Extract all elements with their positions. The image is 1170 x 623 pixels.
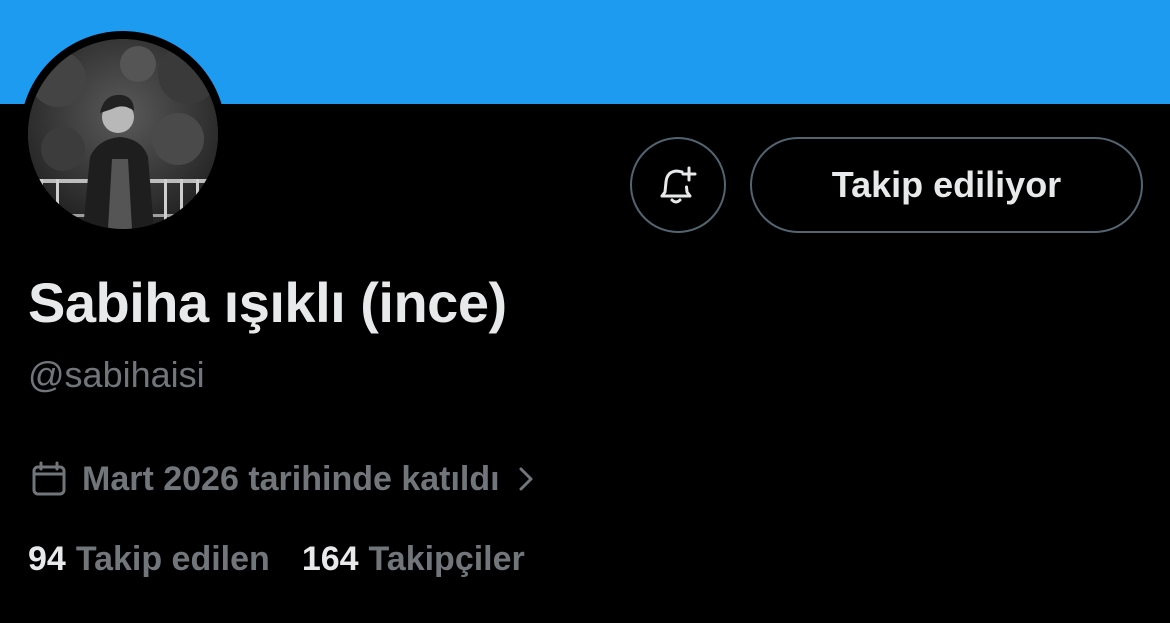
joined-date-text: Mart 2026 tarihinde katıldı bbox=[82, 459, 500, 498]
bell-plus-icon bbox=[656, 163, 700, 207]
profile-handle: @sabihaisi bbox=[28, 354, 205, 395]
profile-stats: 94 Takip edilen 164 Takipçiler bbox=[28, 540, 525, 579]
calendar-icon bbox=[30, 460, 68, 498]
following-label: Takip edilen bbox=[75, 540, 270, 578]
followers-label: Takipçiler bbox=[368, 540, 525, 578]
following-button[interactable]: Takip ediliyor bbox=[750, 137, 1143, 233]
avatar[interactable] bbox=[28, 39, 218, 229]
notify-bell-button[interactable] bbox=[630, 137, 726, 233]
avatar-photo bbox=[28, 39, 218, 229]
followers-count: 164 bbox=[301, 540, 359, 578]
chevron-right-icon bbox=[516, 464, 536, 494]
joined-date-row[interactable]: Mart 2026 tarihinde katıldı bbox=[30, 456, 536, 502]
following-count: 94 bbox=[28, 540, 66, 578]
following-stat[interactable]: 94 Takip edilen bbox=[28, 540, 270, 579]
profile-display-name: Sabiha ışıklı (ince) bbox=[28, 271, 507, 334]
followers-stat[interactable]: 164 Takipçiler bbox=[302, 540, 525, 579]
